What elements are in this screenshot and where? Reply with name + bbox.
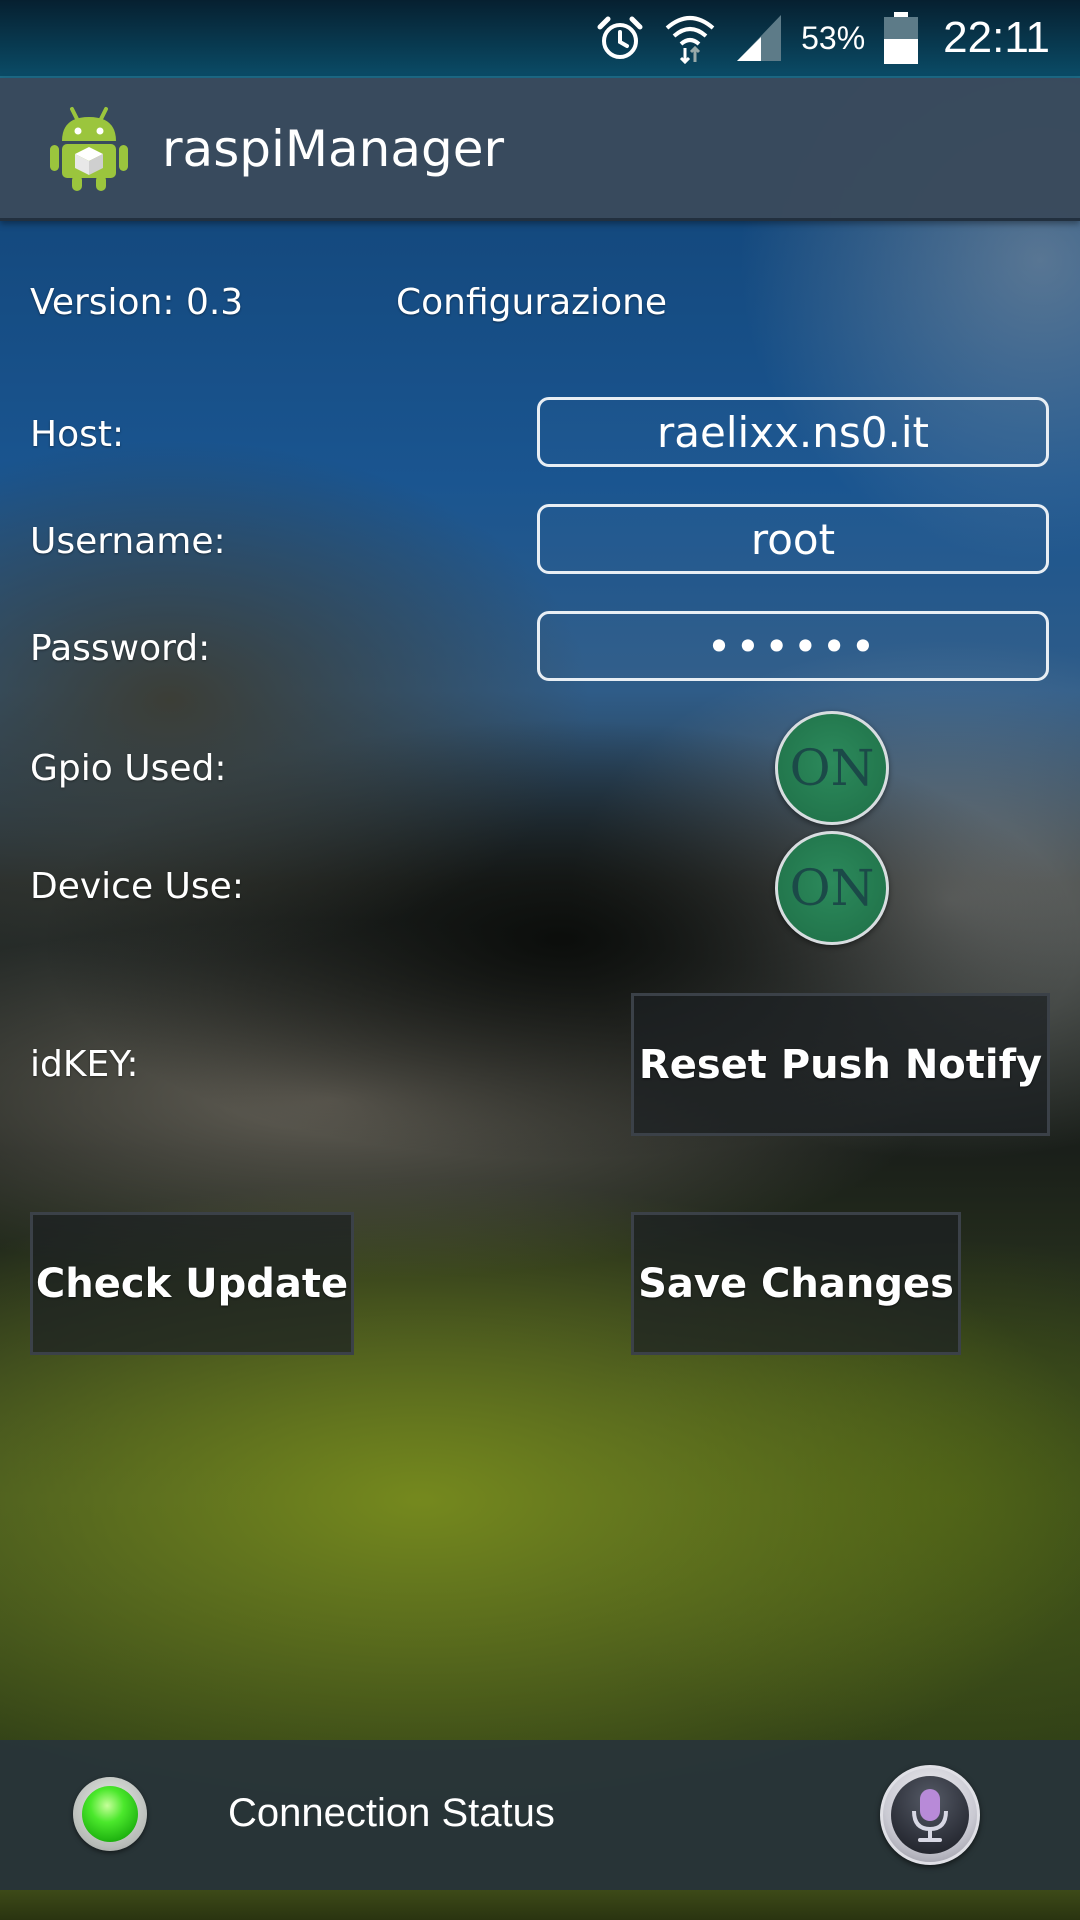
- host-input[interactable]: raelixx.ns0.it: [537, 397, 1049, 467]
- section-title: Configurazione: [396, 282, 668, 323]
- version-label: Version: 0.3: [30, 282, 244, 323]
- voice-command-button[interactable]: [880, 1765, 980, 1865]
- reset-push-notify-button[interactable]: Reset Push Notify: [631, 993, 1050, 1136]
- check-update-button[interactable]: Check Update: [30, 1212, 354, 1355]
- gpio-used-toggle[interactable]: ON: [775, 711, 889, 825]
- gpio-used-label: Gpio Used:: [30, 748, 227, 789]
- led-indicator-icon: [82, 1786, 138, 1842]
- signal-icon: [735, 13, 783, 63]
- password-input[interactable]: ••••••: [537, 611, 1049, 681]
- status-icons: 53% 22:11: [595, 0, 1050, 76]
- connection-status-led: [73, 1777, 147, 1851]
- host-label: Host:: [30, 414, 125, 455]
- bottom-bar: Connection Status: [0, 1740, 1080, 1890]
- battery-icon: [883, 11, 919, 65]
- status-bar: 53% 22:11: [0, 0, 1080, 78]
- action-bar: raspiManager: [0, 78, 1080, 221]
- device-use-label: Device Use:: [30, 866, 244, 907]
- username-input[interactable]: root: [537, 504, 1049, 574]
- save-changes-button[interactable]: Save Changes: [631, 1212, 961, 1355]
- microphone-icon: [891, 1776, 969, 1854]
- connection-status-label: Connection Status: [228, 1791, 555, 1835]
- username-label: Username:: [30, 521, 226, 562]
- idkey-label: idKEY:: [30, 1044, 139, 1085]
- battery-percent: 53%: [801, 19, 866, 56]
- clock: 22:11: [943, 13, 1050, 62]
- android-app-icon[interactable]: [50, 103, 128, 193]
- password-label: Password:: [30, 628, 211, 669]
- bottom-edge: [0, 1890, 1080, 1920]
- wifi-icon: [663, 12, 717, 64]
- device-use-toggle[interactable]: ON: [775, 831, 889, 945]
- app-title: raspiManager: [162, 120, 505, 178]
- alarm-icon: [595, 13, 645, 63]
